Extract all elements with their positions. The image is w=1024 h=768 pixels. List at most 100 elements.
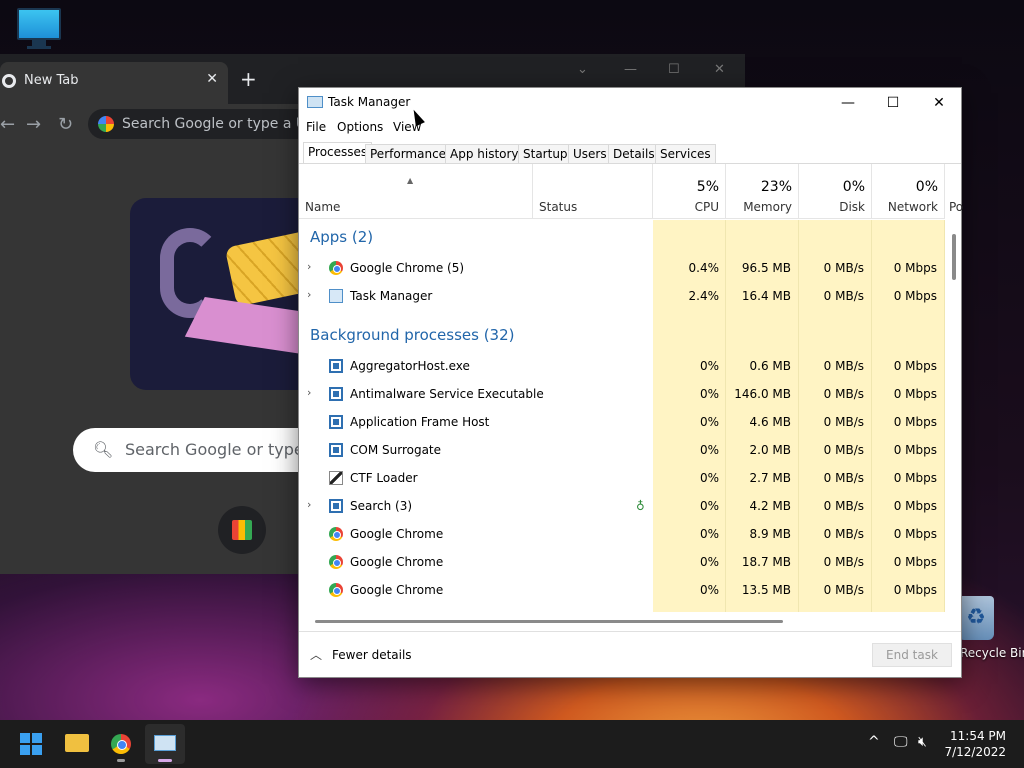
back-icon[interactable]: ← xyxy=(0,114,15,135)
chevron-down-icon[interactable]: ⌄ xyxy=(577,62,588,77)
table-row[interactable]: Google Chrome 0% 18.7 MB 0 MB/s 0 Mbps xyxy=(299,548,945,576)
cell-cpu: 0% xyxy=(699,443,719,457)
reload-icon[interactable]: ↻ xyxy=(58,114,73,135)
volume-muted-icon[interactable]: 🔇︎ xyxy=(918,734,927,750)
expand-chevron-icon[interactable]: › xyxy=(307,260,311,273)
tab-startup[interactable]: Startup xyxy=(518,144,573,163)
task-manager-footer: ︿ Fewer details End task xyxy=(299,631,961,678)
table-row[interactable]: Application Frame Host 0% 4.6 MB 0 MB/s 0 Mb… xyxy=(299,408,945,436)
recycle-bin-label: Recycle Bin xyxy=(960,646,1024,660)
process-name: Google Chrome xyxy=(350,555,444,569)
process-name: Application Frame Host xyxy=(350,415,490,429)
cell-network: 0 Mbps xyxy=(893,359,937,373)
close-window-icon[interactable]: ✕ xyxy=(714,62,725,77)
task-manager-icon xyxy=(329,289,343,303)
table-row[interactable]: › Google Chrome (5) 0.4% 96.5 MB 0 MB/s 0 Mbp… xyxy=(299,254,945,282)
column-memory[interactable]: 23% Memory xyxy=(726,164,799,219)
cell-network: 0 Mbps xyxy=(893,471,937,485)
table-row[interactable]: AggregatorHost.exe 0% 0.6 MB 0 MB/s 0 Mbps xyxy=(299,352,945,380)
vertical-scrollbar[interactable] xyxy=(952,234,956,280)
minimize-icon[interactable]: — xyxy=(624,62,637,77)
this-pc-desktop-icon[interactable] xyxy=(14,8,64,52)
search-icon: 🔍︎ xyxy=(93,440,114,459)
window-icon xyxy=(329,359,343,373)
tab-processes[interactable]: Processes xyxy=(303,142,373,163)
column-status[interactable]: Status xyxy=(533,164,653,219)
cell-memory: 0.6 MB xyxy=(749,359,791,373)
chrome-icon xyxy=(329,261,343,275)
pen-icon xyxy=(329,471,343,485)
chevron-up-icon[interactable]: ︿ xyxy=(310,646,322,663)
minimize-icon[interactable]: — xyxy=(825,91,871,115)
expand-chevron-icon[interactable]: › xyxy=(307,288,311,301)
clock[interactable]: 11:54 PM 7/12/2022 xyxy=(944,728,1006,760)
expand-chevron-icon[interactable]: › xyxy=(307,386,311,399)
cell-disk: 0 MB/s xyxy=(823,387,864,401)
tab-users[interactable]: Users xyxy=(568,144,612,163)
column-disk[interactable]: 0% Disk xyxy=(799,164,872,219)
table-row[interactable]: › Search (3) ♁ 0% 4.2 MB 0 MB/s 0 Mbps xyxy=(299,492,945,520)
table-row[interactable]: › Task Manager 2.4% 16.4 MB 0 MB/s 0 Mbps xyxy=(299,282,945,310)
close-icon[interactable]: ✕ xyxy=(916,91,962,115)
table-row[interactable]: CTF Loader 0% 2.7 MB 0 MB/s 0 Mbps xyxy=(299,464,945,492)
chevron-up-icon[interactable]: ^ xyxy=(868,734,880,750)
chrome-favicon-icon xyxy=(2,74,16,88)
fewer-details-button[interactable]: Fewer details xyxy=(332,648,412,662)
column-header: ▲ Name Status 5% CPU 23% Memory 0% Disk … xyxy=(299,164,963,219)
cell-network: 0 Mbps xyxy=(893,555,937,569)
process-list[interactable]: Apps (2) › Google Chrome (5) 0.4% 96.5 MB 0 M… xyxy=(299,220,945,612)
end-task-button[interactable]: End task xyxy=(872,643,952,667)
cell-memory: 2.0 MB xyxy=(749,443,791,457)
task-manager-window[interactable]: Task Manager — ☐ ✕ File Options View Pro… xyxy=(298,87,963,678)
chrome-tab-new-tab[interactable]: New Tab ✕ xyxy=(0,62,228,104)
tab-services[interactable]: Services xyxy=(655,144,716,163)
recycle-bin-icon: ♻ xyxy=(958,596,994,640)
column-cpu[interactable]: 5% CPU xyxy=(653,164,726,219)
group-header-apps[interactable]: Apps (2) xyxy=(310,228,373,246)
cell-disk: 0 MB/s xyxy=(823,261,864,275)
table-row[interactable]: COM Surrogate 0% 2.0 MB 0 MB/s 0 Mbps xyxy=(299,436,945,464)
window-icon xyxy=(329,499,343,513)
table-row[interactable]: Google Chrome 0% 8.9 MB 0 MB/s 0 Mbps xyxy=(299,520,945,548)
tab-details[interactable]: Details xyxy=(608,144,660,163)
forward-icon[interactable]: → xyxy=(26,114,41,135)
task-manager-taskbar-button[interactable] xyxy=(145,724,185,764)
cell-cpu: 0.4% xyxy=(688,261,720,275)
network-icon[interactable]: 🖵︎ xyxy=(894,734,908,750)
cell-cpu: 0% xyxy=(699,555,719,569)
column-network[interactable]: 0% Network xyxy=(872,164,945,219)
cell-network: 0 Mbps xyxy=(893,261,937,275)
horizontal-scrollbar[interactable] xyxy=(315,620,783,623)
cell-disk: 0 MB/s xyxy=(823,289,864,303)
cell-memory: 96.5 MB xyxy=(741,261,791,275)
close-tab-icon[interactable]: ✕ xyxy=(206,71,218,87)
chrome-tab-title: New Tab xyxy=(24,73,79,88)
column-name[interactable]: Name xyxy=(299,164,533,219)
expand-chevron-icon[interactable]: › xyxy=(307,498,311,511)
table-row[interactable]: › Antimalware Service Executable 0% 146.0 M… xyxy=(299,380,945,408)
web-store-shortcut[interactable] xyxy=(218,506,266,554)
tab-strip: Processes Performance App history Startu… xyxy=(299,142,961,164)
group-header-background[interactable]: Background processes (32) xyxy=(310,326,515,344)
table-row[interactable]: Google Chrome 0% 13.5 MB 0 MB/s 0 Mbps xyxy=(299,576,945,604)
task-manager-titlebar[interactable]: Task Manager — ☐ ✕ xyxy=(299,88,961,118)
maximize-icon[interactable]: ☐ xyxy=(668,62,680,77)
window-title: Task Manager xyxy=(328,95,411,109)
maximize-icon[interactable]: ☐ xyxy=(870,91,916,115)
menu-file[interactable]: File xyxy=(306,120,326,134)
new-tab-button[interactable]: + xyxy=(240,67,257,91)
cell-network: 0 Mbps xyxy=(893,443,937,457)
file-explorer-taskbar-button[interactable] xyxy=(57,724,97,764)
cell-cpu: 0% xyxy=(699,527,719,541)
chrome-icon xyxy=(329,527,343,541)
cell-memory: 146.0 MB xyxy=(734,387,791,401)
cell-memory: 2.7 MB xyxy=(749,471,791,485)
start-button[interactable] xyxy=(12,724,52,764)
menu-options[interactable]: Options xyxy=(337,120,383,134)
chrome-taskbar-button[interactable] xyxy=(101,724,141,764)
tab-app-history[interactable]: App history xyxy=(445,144,524,163)
tab-performance[interactable]: Performance xyxy=(365,144,452,163)
cell-cpu: 0% xyxy=(699,359,719,373)
cell-memory: 4.6 MB xyxy=(749,415,791,429)
column-power[interactable]: Po xyxy=(945,164,965,219)
